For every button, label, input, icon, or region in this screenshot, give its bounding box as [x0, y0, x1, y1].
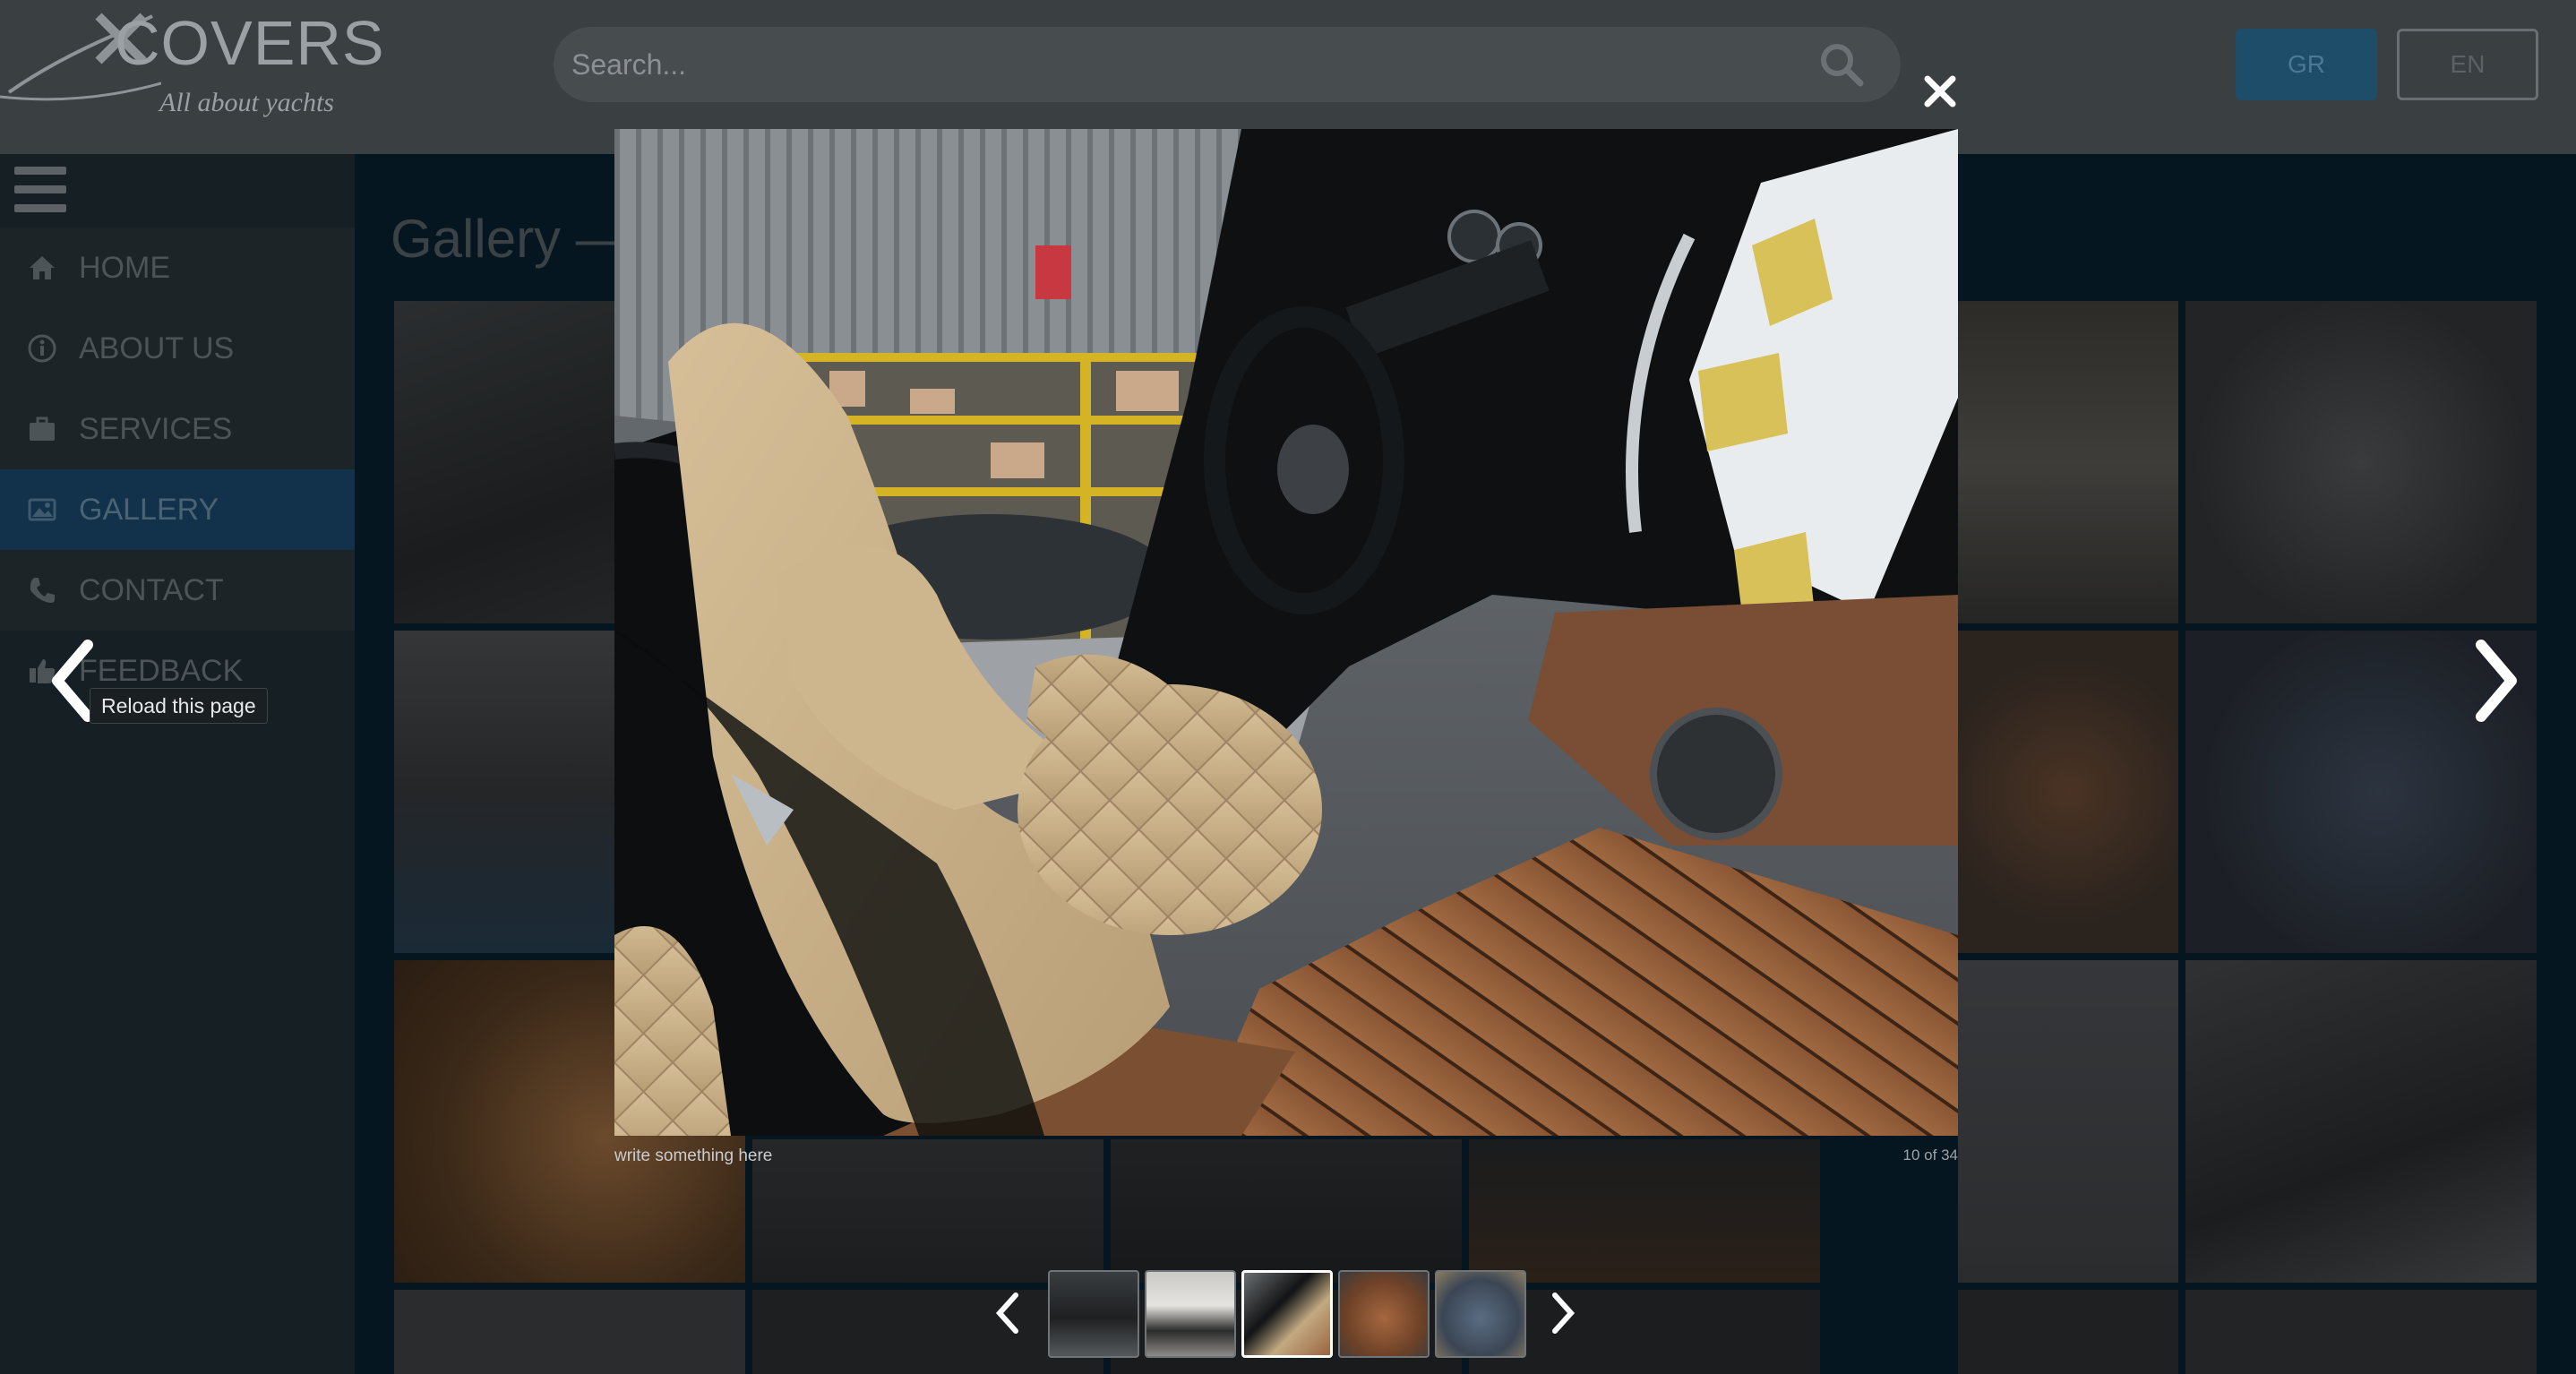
gallery-tile[interactable] [2185, 301, 2537, 623]
thumbnail[interactable] [1145, 1270, 1236, 1358]
sidebar-item-label: FEEDBACK [79, 653, 244, 688]
sidebar-item-services[interactable]: SERVICES [0, 389, 355, 469]
info-icon [28, 334, 56, 363]
gallery-tile[interactable] [1111, 1139, 1462, 1283]
chevron-right-icon[interactable] [2469, 638, 2522, 724]
thumbnail-active[interactable] [1241, 1270, 1333, 1358]
logo-text: COVERS [115, 8, 385, 78]
language-gr-button[interactable]: GR [2236, 29, 2377, 100]
lightbox-image [614, 129, 1958, 1136]
sidebar-item-label: SERVICES [79, 411, 233, 446]
sidebar-item-about-us[interactable]: ABOUT US [0, 308, 355, 389]
briefcase-icon [30, 416, 55, 441]
sidebar-item-contact[interactable]: CONTACT [0, 550, 355, 631]
thumbnail-prev-icon[interactable] [994, 1292, 1021, 1335]
gallery-tile[interactable] [1469, 1139, 1820, 1283]
tooltip: Reload this page [90, 688, 268, 724]
sidebar: HOME ABOUT US SERVICES GALLERY CONTACT F… [0, 154, 355, 1374]
lightbox-counter: 10 of 34 [1902, 1146, 1958, 1164]
hamburger-menu-icon[interactable] [14, 167, 66, 215]
gallery-tile[interactable] [394, 1290, 745, 1374]
thumbnail-strip [994, 1267, 1621, 1360]
thumbnail-next-icon[interactable] [1550, 1292, 1576, 1335]
search-icon[interactable] [1818, 41, 1865, 88]
gallery-tile[interactable] [1958, 960, 2178, 1283]
gallery-tile[interactable] [2185, 960, 2537, 1283]
sidebar-item-label: GALLERY [79, 492, 219, 527]
sidebar-item-label: CONTACT [79, 572, 224, 607]
close-icon[interactable] [1920, 72, 1960, 111]
search-input[interactable] [571, 27, 1807, 102]
sidebar-item-label: ABOUT US [79, 331, 235, 365]
boat-interior-photo [614, 129, 1958, 1136]
gallery-tile[interactable] [752, 1139, 1103, 1283]
logo[interactable]: COVERS All about yachts [0, 7, 384, 124]
language-en-button[interactable]: EN [2397, 29, 2538, 100]
logo-tagline: All about yachts [159, 88, 334, 117]
home-icon [30, 256, 55, 279]
search-bar [554, 27, 1901, 102]
gallery-tile[interactable] [1958, 631, 2178, 953]
thumbnail[interactable] [1048, 1270, 1139, 1358]
thumbnail[interactable] [1435, 1270, 1526, 1358]
gallery-tile[interactable] [1958, 301, 2178, 623]
image-icon [28, 498, 56, 521]
phone-icon [30, 578, 55, 603]
gallery-tile[interactable] [2185, 1290, 2537, 1374]
thumbnail[interactable] [1338, 1270, 1430, 1358]
lightbox-caption: write something here [614, 1146, 773, 1165]
sidebar-item-gallery[interactable]: GALLERY [0, 469, 355, 550]
sidebar-item-home[interactable]: HOME [0, 228, 355, 308]
page-title: Gallery — [391, 209, 630, 269]
page: COVERS All about yachts GR EN HOME ABOUT… [0, 0, 2576, 1374]
gallery-tile[interactable] [1958, 1290, 2178, 1374]
sidebar-item-label: HOME [79, 250, 170, 285]
